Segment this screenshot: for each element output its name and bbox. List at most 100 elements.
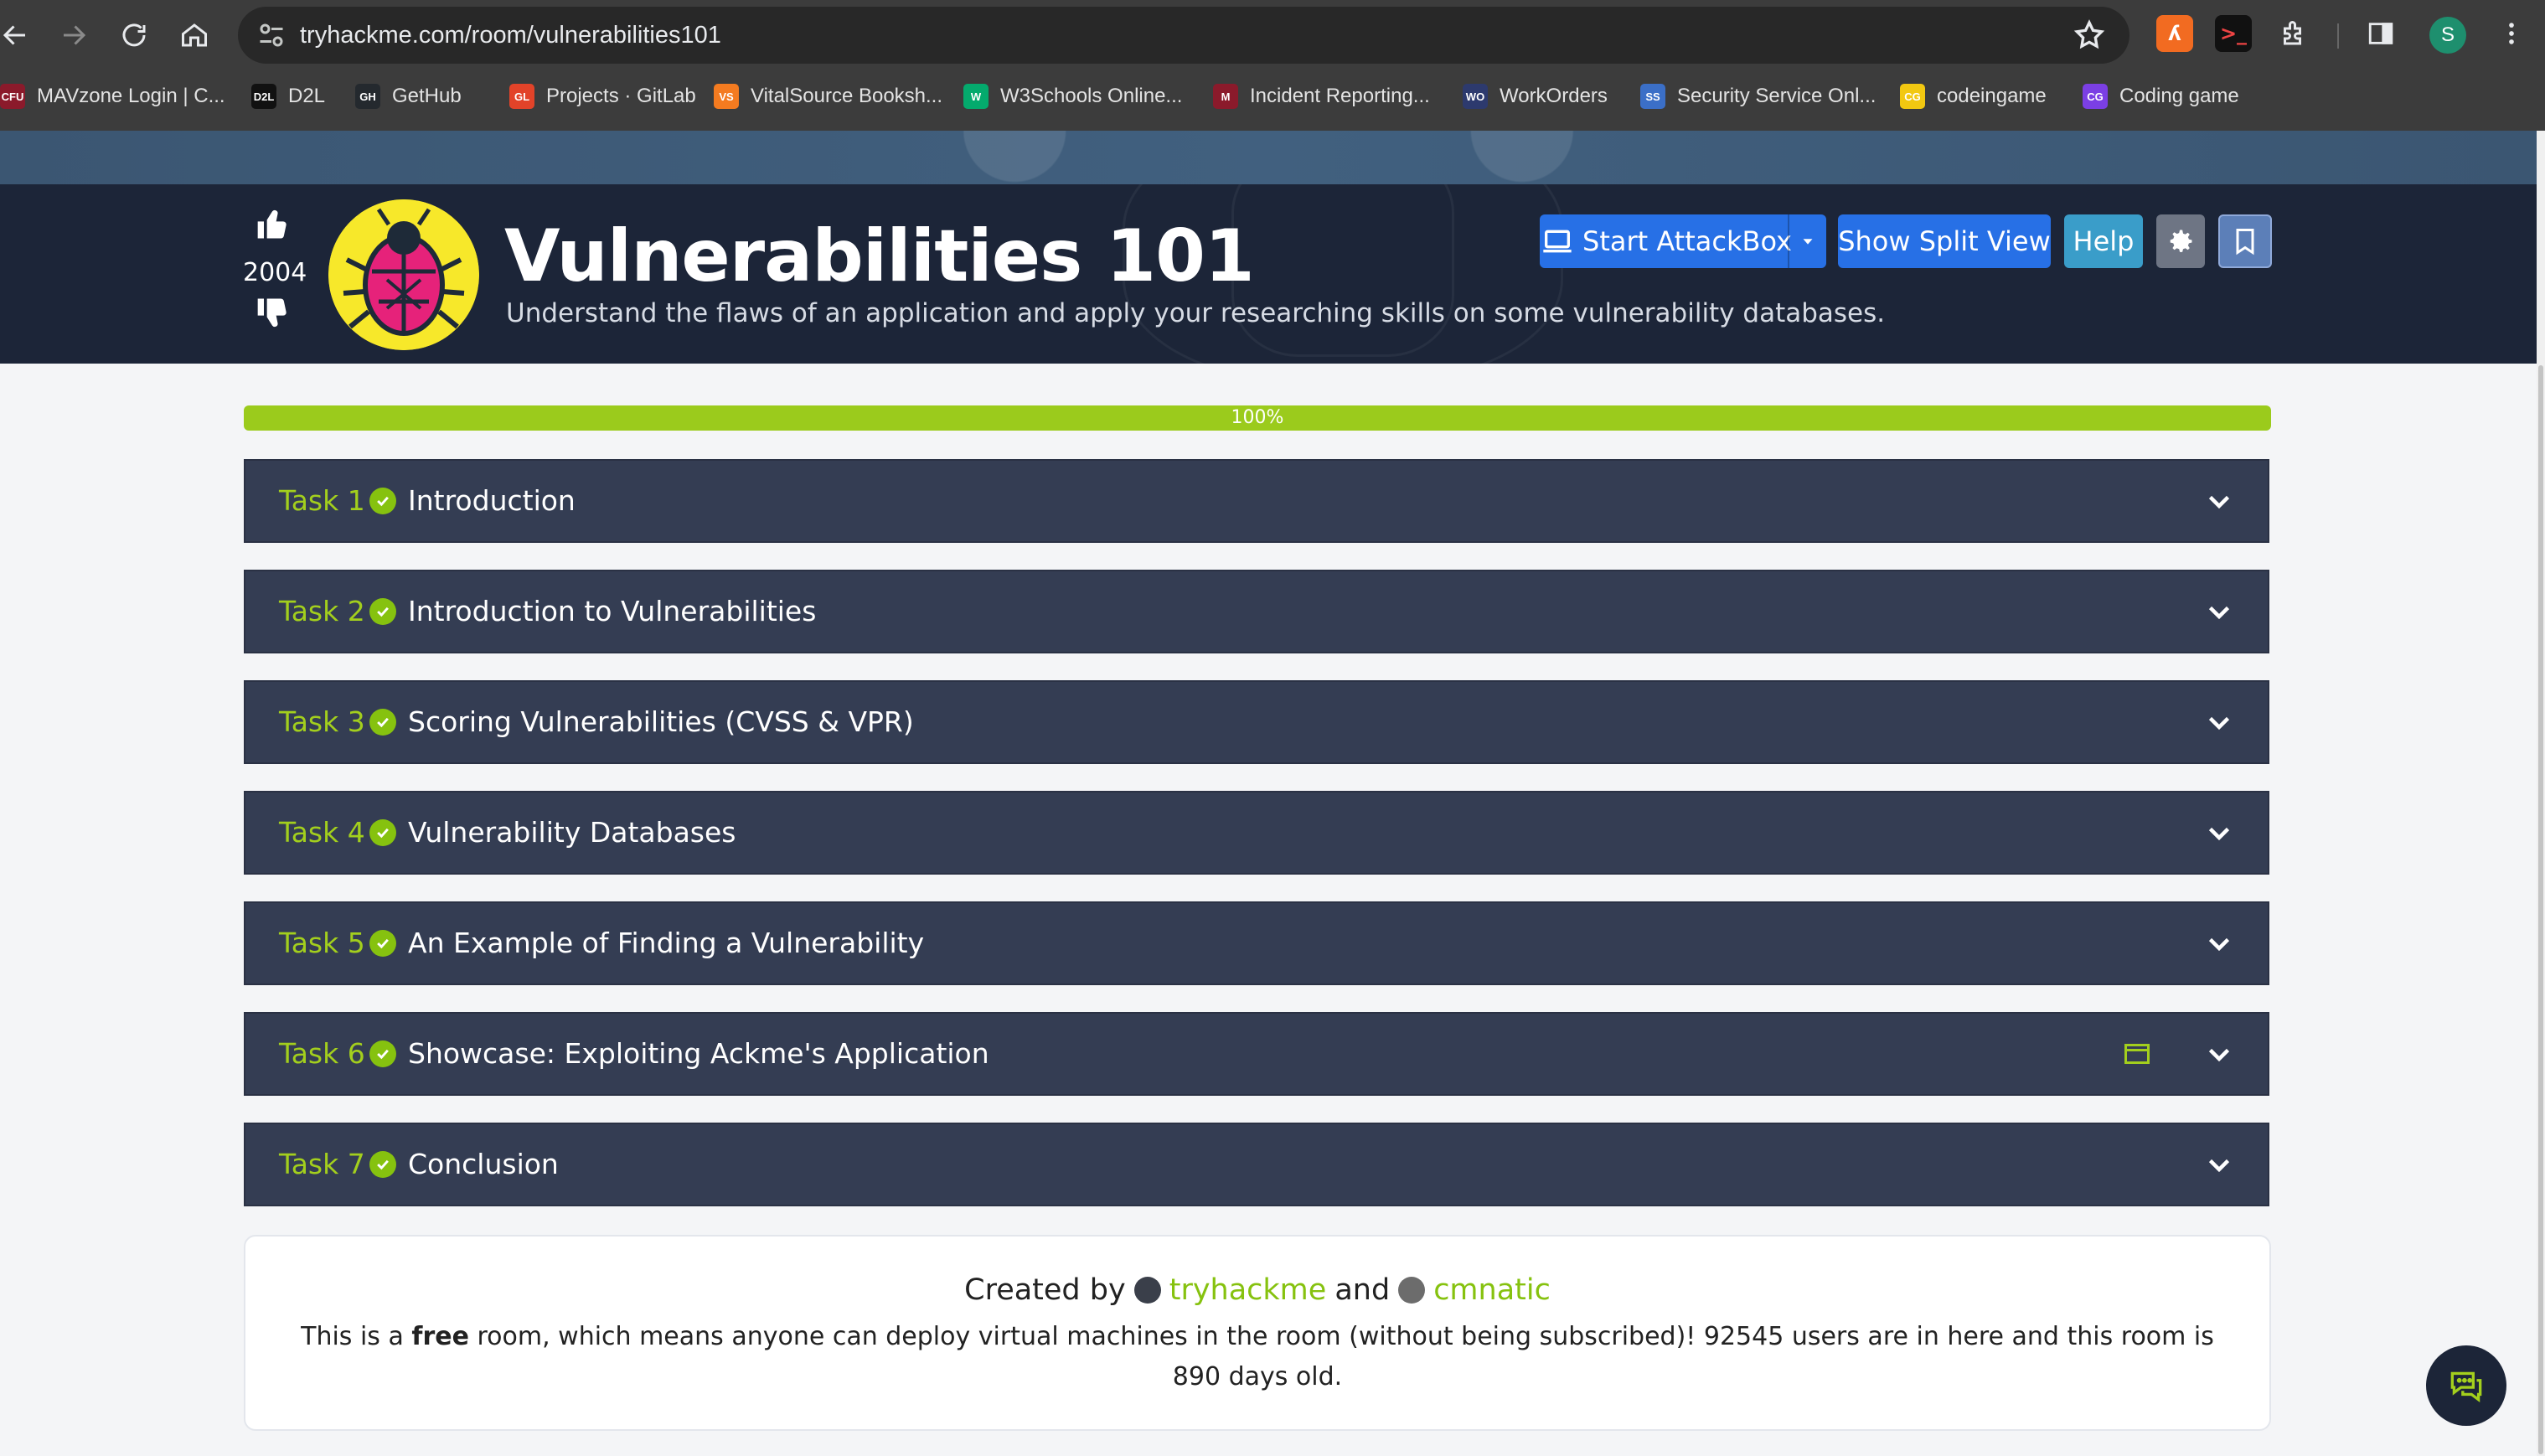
bookmark-item[interactable]: GL Projects · GitLab [509, 77, 696, 116]
reload-icon[interactable] [111, 12, 157, 59]
check-circle-icon [369, 709, 396, 736]
page-scrollbar[interactable] [2537, 131, 2545, 1456]
bookmark-item[interactable]: M Incident Reporting... [1213, 77, 1430, 116]
bookmark-item[interactable]: VS VitalSource Booksh... [714, 77, 942, 116]
back-icon[interactable] [0, 12, 39, 59]
author-link[interactable]: tryhackme [1169, 1273, 1327, 1307]
task-accordion[interactable]: Task 6 Showcase: Exploiting Ackme's Appli… [244, 1012, 2269, 1096]
room-description: Understand the flaws of an application a… [506, 298, 1886, 328]
extension-icon[interactable]: ʎ [2156, 15, 2193, 52]
vote-widget: 2004 [243, 206, 307, 334]
task-number: Task 2 [279, 595, 365, 627]
bookmarks-bar: CFU MAVzone Login | C... D2L D2L GH GetHub GL P… [0, 77, 2545, 116]
chat-bubbles-icon [2450, 1371, 2482, 1402]
bookmark-label: GetHub [392, 85, 462, 107]
bookmark-label: codeingame [1937, 85, 2047, 107]
chevron-down-icon[interactable] [2204, 818, 2234, 848]
task-title: An Example of Finding a Vulnerability [408, 927, 925, 959]
bookmark-item[interactable]: D2L D2L [251, 77, 325, 116]
chevron-down-icon[interactable] [2204, 1149, 2234, 1180]
task-accordion[interactable]: Task 2 Introduction to Vulnerabilities [244, 570, 2269, 653]
laptop-icon [1543, 230, 1572, 253]
gear-icon [2170, 230, 2192, 252]
bookmark-item[interactable]: W W3Schools Online... [963, 77, 1182, 116]
bookmark-label: MAVzone Login | C... [37, 85, 225, 107]
task-number: Task 6 [279, 1037, 365, 1070]
room-content: 100% Task 1 Introduction Task 2 Introductio… [0, 364, 2537, 1456]
room-header: 2004 Vulnerabilities 101 Understand the … [0, 184, 2537, 364]
scrollbar-thumb[interactable] [2538, 365, 2543, 1454]
thumbs-up-icon[interactable] [255, 206, 292, 243]
chevron-down-icon[interactable] [2204, 486, 2234, 516]
task-number: Task 3 [279, 705, 365, 738]
browser-chrome: tryhackme.com/room/vulnerabilities101 ʎ … [0, 0, 2545, 131]
room-info-suffix: room, which means anyone can deploy virt… [468, 1322, 2214, 1391]
browser-window-icon[interactable] [2122, 1039, 2152, 1069]
side-panel-icon[interactable] [2362, 15, 2399, 52]
bookmark-favicon-icon: CG [2083, 84, 2108, 109]
settings-button[interactable] [2156, 214, 2205, 268]
bookmark-item[interactable]: CFU MAVzone Login | C... [0, 77, 225, 116]
browser-menu-icon[interactable] [2493, 15, 2530, 52]
chevron-down-icon[interactable] [2204, 928, 2234, 958]
home-icon[interactable] [171, 12, 218, 59]
task-accordion[interactable]: Task 1 Introduction [244, 459, 2269, 543]
bookmark-item[interactable]: SS Security Service Onl... [1640, 77, 1876, 116]
task-accordion[interactable]: Task 3 Scoring Vulnerabilities (CVSS & VP… [244, 680, 2269, 764]
room-credits-card: Created by tryhackme and cmnatic This is… [244, 1235, 2271, 1431]
start-attackbox-button[interactable]: Start AttackBox [1540, 214, 1826, 268]
bookmark-item[interactable]: WO WorkOrders [1463, 77, 1608, 116]
check-circle-icon [369, 1040, 396, 1067]
help-button[interactable]: Help [2064, 214, 2143, 268]
task-accordion[interactable]: Task 7 Conclusion [244, 1123, 2269, 1206]
profile-avatar[interactable]: S [2429, 17, 2466, 54]
task-accordion[interactable]: Task 4 Vulnerability Databases [244, 791, 2269, 875]
forward-icon[interactable] [50, 12, 97, 59]
task-title: Conclusion [408, 1148, 559, 1180]
room-progress-bar: 100% [244, 405, 2271, 431]
attackbox-dropdown-toggle[interactable] [1788, 214, 1826, 268]
terminal-extension-icon[interactable]: >_ [2215, 15, 2252, 52]
bookmark-item[interactable]: CG Coding game [2083, 77, 2239, 116]
and-label: and [1334, 1273, 1391, 1307]
url-text[interactable]: tryhackme.com/room/vulnerabilities101 [300, 7, 721, 64]
task-number: Task 1 [279, 484, 365, 517]
toolbar-divider [2337, 23, 2339, 49]
created-by-line: Created by tryhackme and cmnatic [245, 1273, 2269, 1307]
author-avatar [1398, 1277, 1426, 1304]
task-title: Showcase: Exploiting Ackme's Application [408, 1037, 989, 1070]
bookmark-favicon-icon: D2L [251, 84, 276, 109]
bookmark-label: WorkOrders [1500, 85, 1608, 107]
task-number: Task 4 [279, 816, 365, 849]
bookmark-favicon-icon: GL [509, 84, 534, 109]
site-settings-icon[interactable] [256, 20, 287, 50]
caret-down-icon [1803, 239, 1813, 245]
bookmark-item[interactable]: CG codeingame [1900, 77, 2047, 116]
task-number: Task 5 [279, 927, 365, 959]
save-room-button[interactable] [2218, 214, 2272, 268]
room-info-prefix: This is a [301, 1322, 412, 1351]
show-split-view-button[interactable]: Show Split View [1838, 214, 2051, 268]
room-banner-image [0, 131, 2537, 184]
bookmark-favicon-icon: W [963, 84, 989, 109]
bookmark-icon [2236, 229, 2254, 256]
extensions-puzzle-icon[interactable] [2275, 15, 2312, 52]
bookmark-star-icon[interactable] [2073, 18, 2106, 52]
author-link[interactable]: cmnatic [1433, 1273, 1551, 1307]
task-title: Scoring Vulnerabilities (CVSS & VPR) [408, 705, 914, 738]
check-circle-icon [369, 598, 396, 625]
bookmark-label: Coding game [2119, 85, 2239, 107]
bookmark-item[interactable]: GH GetHub [355, 77, 462, 116]
room-bug-icon [328, 199, 479, 350]
bookmark-label: D2L [288, 85, 326, 107]
task-title: Introduction to Vulnerabilities [408, 595, 817, 627]
chevron-down-icon[interactable] [2204, 596, 2234, 627]
bookmark-favicon-icon: M [1213, 84, 1238, 109]
chevron-down-icon[interactable] [2204, 1039, 2234, 1069]
chat-button[interactable] [2426, 1345, 2506, 1426]
thumbs-down-icon[interactable] [255, 294, 292, 331]
address-bar[interactable]: tryhackme.com/room/vulnerabilities101 [238, 7, 2129, 64]
task-accordion[interactable]: Task 5 An Example of Finding a Vulnerabil… [244, 901, 2269, 985]
upvote-count: 2004 [243, 258, 307, 287]
chevron-down-icon[interactable] [2204, 707, 2234, 737]
